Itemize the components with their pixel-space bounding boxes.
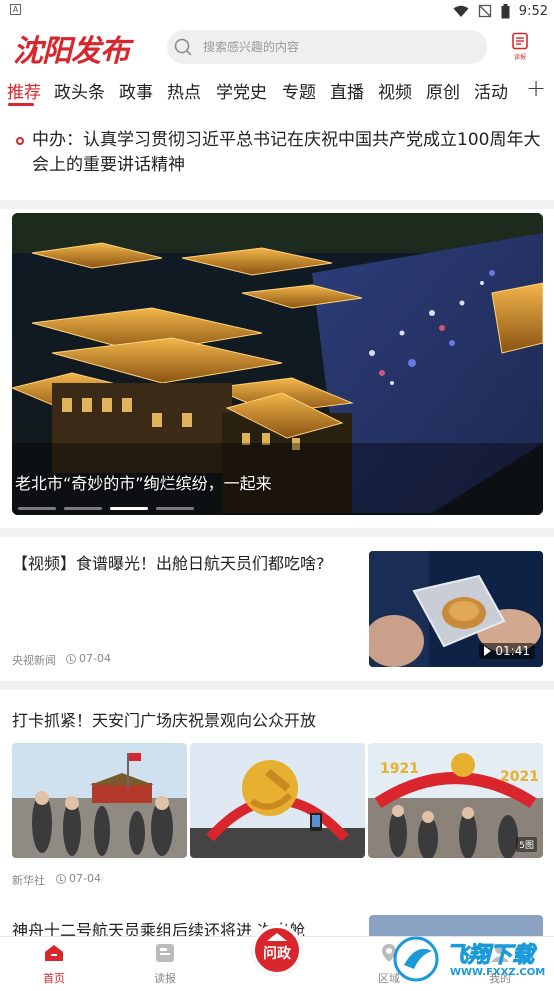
video-duration: 01:41 <box>495 644 530 658</box>
tab-hot[interactable]: 热点 <box>167 78 201 103</box>
section-divider <box>0 200 554 209</box>
status-bar: A 9:52 <box>0 0 554 22</box>
news-date-text: 07-04 <box>79 652 111 665</box>
read-newspaper-button[interactable]: 读报 <box>508 32 532 64</box>
battery-icon <box>501 3 510 18</box>
tab-recommend[interactable]: 推荐 <box>7 78 41 103</box>
carousel-dot[interactable] <box>18 507 56 510</box>
clock-time: 9:52 <box>518 3 548 19</box>
news-title: 打卡抓紧！天安门广场庆祝景观向公众开放 <box>12 711 317 730</box>
wifi-icon <box>453 5 469 17</box>
app-header: 沈阳发布 读报 <box>0 22 554 72</box>
photo-count-badge: 5图 <box>516 837 537 852</box>
carousel-dot[interactable] <box>156 507 194 510</box>
add-channel-icon[interactable]: + <box>526 74 546 102</box>
top-headline[interactable]: 中办：认真学习贯彻习近平总书记在庆祝中国共产党成立100周年大会上的重要讲话精神 <box>12 128 540 180</box>
news-date: 07-04 <box>56 872 101 885</box>
nav-home[interactable]: 首页 <box>24 943 84 986</box>
tiananmen-crowd-image <box>12 743 187 858</box>
site-watermark: 飞翔下载 WWW.FXXZ.COM <box>388 933 548 985</box>
play-icon <box>484 646 492 656</box>
search-bar[interactable] <box>167 30 487 64</box>
nav-home-label: 首页 <box>43 972 65 985</box>
nav-newspaper-label: 读报 <box>154 972 176 985</box>
arch-year-2021: 2021 <box>500 769 539 785</box>
news-source: 新华社 <box>12 874 45 887</box>
government-building-icon <box>267 933 287 941</box>
active-tab-indicator <box>8 103 34 106</box>
tab-political-headlines[interactable]: 政头条 <box>54 78 105 103</box>
search-input[interactable] <box>203 30 473 64</box>
headline-text: 中办：认真学习贯彻习近平总书记在庆祝中国共产党成立100周年大会上的重要讲话精神 <box>32 130 541 175</box>
newspaper-icon <box>512 32 528 50</box>
nav-ask-government-button[interactable]: 问政 <box>252 925 302 975</box>
news-item-video[interactable]: 【视频】食谱曝光！出舱日航天员们都吃啥? 央视新闻 07-04 01:41 <box>0 538 554 680</box>
channel-tabs: 推荐 政头条 政事 热点 学党史 专题 直播 视频 原创 活动 + <box>0 72 554 110</box>
gallery-image-3[interactable]: 1921 2021 5图 <box>368 743 543 858</box>
nav-ask-government-label: 问政 <box>263 946 291 962</box>
watermark-logo-icon <box>393 936 439 982</box>
tab-live[interactable]: 直播 <box>330 78 364 103</box>
news-date-text: 07-04 <box>69 872 101 885</box>
carousel-dot-active[interactable] <box>110 507 148 510</box>
carousel-indicators <box>18 507 218 510</box>
video-duration-badge: 01:41 <box>479 643 535 659</box>
section-divider <box>0 681 554 690</box>
search-icon <box>174 38 192 56</box>
tab-topics[interactable]: 专题 <box>282 78 316 103</box>
news-item-gallery[interactable]: 打卡抓紧！天安门广场庆祝景观向公众开放 1921 2021 5图 新华社 07-… <box>0 693 554 898</box>
app-notification-icon: A <box>10 4 21 15</box>
app-logo: 沈阳发布 <box>13 34 130 69</box>
clock-icon <box>56 873 66 884</box>
tab-party-history[interactable]: 学党史 <box>216 78 267 103</box>
newspaper-icon <box>156 944 174 962</box>
gallery-image-2[interactable] <box>190 743 365 858</box>
news-source: 央视新闻 <box>12 654 56 667</box>
tab-video[interactable]: 视频 <box>378 78 412 103</box>
headline-dot-icon <box>16 137 24 145</box>
carousel-dot[interactable] <box>64 507 102 510</box>
watermark-url: WWW.FXXZ.COM <box>450 967 546 978</box>
carousel-caption: 老北市“奇妙的市”绚烂缤纷，一起来 <box>15 474 272 493</box>
clock-icon <box>66 653 76 664</box>
read-newspaper-label: 读报 <box>513 54 526 61</box>
gallery-image-1[interactable] <box>12 743 187 858</box>
no-signal-icon <box>478 4 491 18</box>
tab-original[interactable]: 原创 <box>426 78 460 103</box>
nav-newspaper[interactable]: 读报 <box>135 943 195 986</box>
status-icons: 9:52 <box>453 2 548 20</box>
section-divider <box>0 528 554 537</box>
news-date: 07-04 <box>66 652 111 665</box>
tab-politics[interactable]: 政事 <box>119 78 153 103</box>
arch-year-1921: 1921 <box>380 761 419 777</box>
home-icon <box>45 945 63 961</box>
news-video-thumbnail[interactable]: 01:41 <box>369 551 543 667</box>
tab-activities[interactable]: 活动 <box>474 78 508 103</box>
watermark-text: 飞翔下载 <box>445 943 535 969</box>
news-title: 【视频】食谱曝光！出舱日航天员们都吃啥? <box>12 554 325 573</box>
party-emblem-image <box>190 743 365 858</box>
